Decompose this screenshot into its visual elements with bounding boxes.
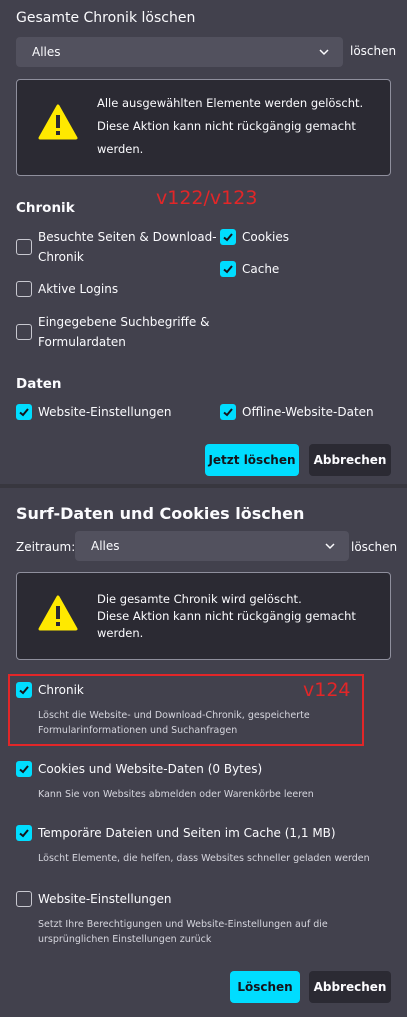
new-warning-box: Die gesamte Chronik wird gelöscht. Diese… bbox=[16, 572, 391, 660]
old-version-tag: v122/v123 bbox=[156, 187, 258, 209]
old-range-select[interactable]: Alles bbox=[16, 37, 343, 67]
range-label: Zeitraum: bbox=[16, 540, 76, 554]
label-visited-pages[interactable]: Besuchte Seiten & Download- Chronik bbox=[38, 227, 217, 267]
label-cookies[interactable]: Cookies bbox=[242, 227, 289, 247]
desc-cookies-site-data: Kann Sie von Websites abmelden oder Ware… bbox=[38, 789, 314, 800]
checkbox-cookies-site-data[interactable] bbox=[16, 761, 32, 777]
old-history-heading: Chronik bbox=[16, 200, 75, 216]
checkmark-icon bbox=[223, 408, 233, 417]
checkbox-cache[interactable] bbox=[220, 261, 236, 277]
checkbox-cookies[interactable] bbox=[220, 229, 236, 245]
warning-icon bbox=[38, 595, 78, 631]
old-dialog-title: Gesamte Chronik löschen bbox=[16, 10, 196, 26]
checkmark-icon bbox=[223, 265, 233, 274]
desc-temp-cache: Löscht Elemente, die helfen, dass Websit… bbox=[38, 853, 370, 864]
new-dialog-title: Surf-Daten und Cookies löschen bbox=[16, 504, 305, 523]
old-warning-box: Alle ausgewählten Elemente werden gelösc… bbox=[16, 79, 391, 176]
clear-button-new[interactable]: Löschen bbox=[230, 971, 300, 1003]
label-cache[interactable]: Cache bbox=[242, 259, 279, 279]
old-range-suffix: löschen bbox=[350, 44, 397, 58]
label-offline-data[interactable]: Offline-Website-Daten bbox=[242, 402, 374, 422]
warning-icon bbox=[38, 104, 78, 140]
cancel-button-old[interactable]: Abbrechen bbox=[309, 444, 391, 476]
new-warning-line1: Die gesamte Chronik wird gelöscht. bbox=[97, 592, 302, 606]
label-site-settings-new[interactable]: Website-Einstellungen bbox=[38, 889, 172, 909]
new-version-tag: v124 bbox=[303, 679, 351, 701]
new-range-value: Alles bbox=[91, 539, 120, 553]
chevron-down-icon bbox=[325, 543, 335, 550]
label-active-logins[interactable]: Aktive Logins bbox=[38, 279, 118, 299]
label-temp-cache[interactable]: Temporäre Dateien und Seiten im Cache (1… bbox=[38, 823, 336, 843]
checkbox-search-form-data[interactable] bbox=[16, 324, 32, 340]
desc-site-settings-new: Setzt Ihre Berechtigungen und Website-Ei… bbox=[38, 919, 328, 945]
clear-now-button[interactable]: Jetzt löschen bbox=[205, 444, 299, 476]
checkmark-icon bbox=[19, 686, 29, 695]
checkmark-icon bbox=[19, 765, 29, 774]
label-cookies-site-data[interactable]: Cookies und Website-Daten (0 Bytes) bbox=[38, 759, 262, 779]
old-warning-line3: werden. bbox=[97, 142, 144, 156]
checkbox-active-logins[interactable] bbox=[16, 281, 32, 297]
label-history[interactable]: Chronik bbox=[38, 680, 84, 700]
new-range-select[interactable]: Alles bbox=[75, 531, 349, 561]
checkmark-icon bbox=[19, 829, 29, 838]
checkbox-offline-data[interactable] bbox=[220, 404, 236, 420]
new-warning-line3: werden. bbox=[97, 626, 144, 640]
checkmark-icon bbox=[19, 408, 29, 417]
old-data-heading: Daten bbox=[16, 376, 62, 392]
old-warning-line1: Alle ausgewählten Elemente werden gelösc… bbox=[97, 96, 364, 110]
checkbox-site-settings-old[interactable] bbox=[16, 404, 32, 420]
desc-history: Löscht die Website- und Download-Chronik… bbox=[38, 710, 310, 736]
checkbox-temp-cache[interactable] bbox=[16, 825, 32, 841]
chevron-down-icon bbox=[319, 49, 329, 56]
checkbox-history[interactable] bbox=[16, 682, 32, 698]
new-warning-line2: Diese Aktion kann nicht rückgängig gemac… bbox=[97, 609, 356, 623]
checkbox-site-settings-new[interactable] bbox=[16, 891, 32, 907]
checkbox-visited-pages[interactable] bbox=[16, 239, 32, 255]
old-warning-line2: Diese Aktion kann nicht rückgängig gemac… bbox=[97, 119, 356, 133]
dialog-divider bbox=[0, 484, 407, 488]
label-site-settings-old[interactable]: Website-Einstellungen bbox=[38, 402, 172, 422]
new-range-suffix: löschen bbox=[351, 540, 398, 554]
label-search-form-data[interactable]: Eingegebene Suchbegriffe & Formulardaten bbox=[38, 312, 209, 352]
old-range-value: Alles bbox=[32, 45, 61, 59]
checkmark-icon bbox=[223, 233, 233, 242]
cancel-button-new[interactable]: Abbrechen bbox=[309, 971, 391, 1003]
